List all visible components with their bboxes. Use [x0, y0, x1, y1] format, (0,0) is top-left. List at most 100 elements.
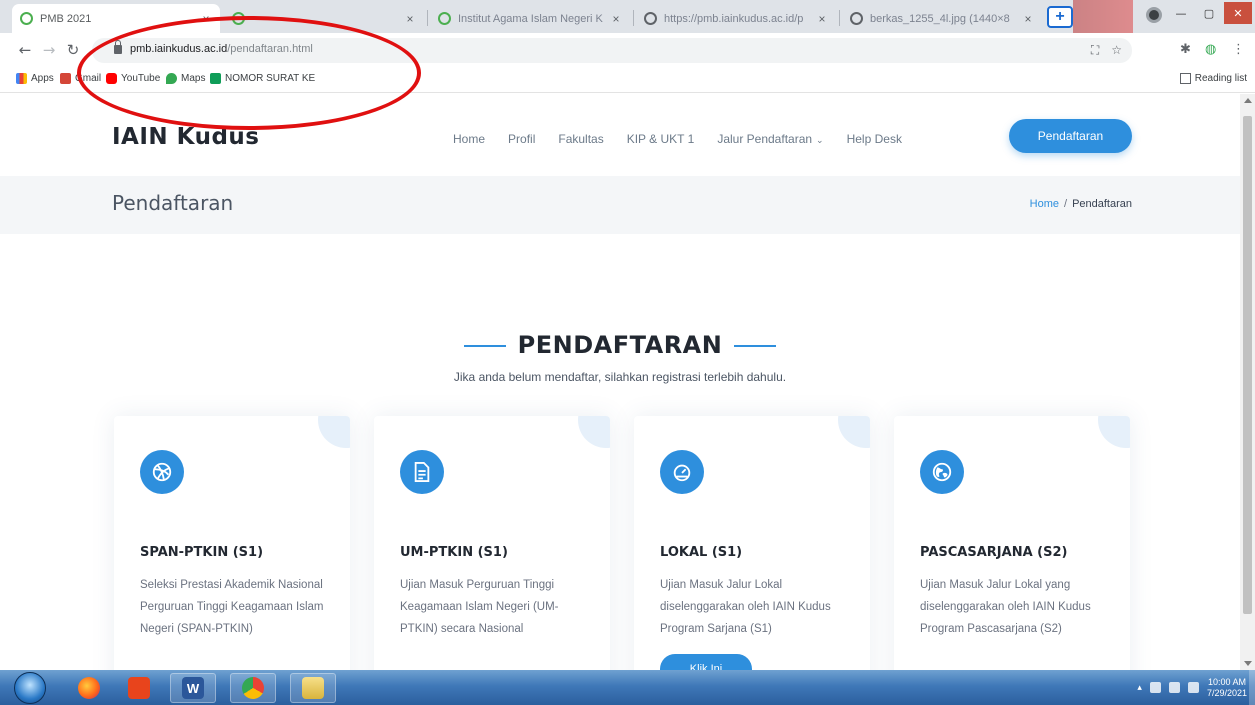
youtube-icon: [106, 73, 117, 84]
nav-fakultas[interactable]: Fakultas: [558, 132, 603, 146]
page-scrollbar[interactable]: [1240, 94, 1255, 670]
page-title: Pendaftaran: [112, 191, 234, 215]
bookmark-star-icon[interactable]: ☆: [1111, 43, 1122, 58]
nav-profil[interactable]: Profil: [508, 132, 535, 146]
taskbar-explorer[interactable]: [290, 673, 336, 703]
card-description: Ujian Masuk Jalur Lokal diselenggarakan …: [660, 579, 831, 635]
tab-berkas-image[interactable]: berkas_1255_4l.jpg (1440×8 ×: [842, 4, 1042, 33]
card-span-ptkin[interactable]: SPAN-PTKIN (S1) Seleksi Prestasi Akademi…: [114, 416, 350, 670]
tab-title: Institut Agama Islam Negeri K: [458, 12, 603, 25]
translate-icon[interactable]: ⛶: [1091, 43, 1099, 58]
globe-icon: [644, 12, 657, 25]
bookmark-label: YouTube: [121, 73, 161, 84]
more-menu-icon[interactable]: ⋮: [1232, 42, 1245, 57]
windows-taskbar: W ▴ 10:00 AM 7/29/2021: [0, 670, 1255, 705]
reload-icon[interactable]: ↻: [64, 41, 82, 59]
card-lokal[interactable]: LOKAL (S1) Ujian Masuk Jalur Lokal disel…: [634, 416, 870, 670]
bookmark-nomor-surat[interactable]: NOMOR SURAT KE: [210, 73, 315, 84]
clock-date: 7/29/2021: [1206, 687, 1247, 698]
close-icon[interactable]: ×: [816, 12, 828, 26]
speedometer-icon: [660, 450, 704, 494]
url-text[interactable]: pmb.iainkudus.ac.id/pendaftaran.html: [130, 43, 313, 55]
pendaftaran-button[interactable]: Pendaftaran: [1009, 119, 1132, 153]
tab-2[interactable]: ×: [224, 4, 424, 33]
nav-label: Jalur Pendaftaran: [717, 132, 813, 146]
card-title: SPAN-PTKIN (S1): [140, 545, 264, 560]
bookmark-gmail[interactable]: Gmail: [60, 73, 101, 84]
reading-list[interactable]: Reading list: [1179, 73, 1247, 84]
tab-institut-agama-islam[interactable]: Institut Agama Islam Negeri K ×: [430, 4, 630, 33]
nav-kip-ukt[interactable]: KIP & UKT 1: [627, 132, 695, 146]
extensions-puzzle-icon[interactable]: ✱: [1180, 42, 1191, 57]
card-corner-decoration: [1098, 416, 1130, 448]
klik-ini-button[interactable]: Klik Ini: [660, 654, 752, 670]
windows-start-icon[interactable]: [14, 672, 46, 704]
card-corner-decoration: [318, 416, 350, 448]
title-line-left: [463, 345, 506, 347]
window-close-icon[interactable]: ✕: [1224, 2, 1252, 24]
document-icon: [400, 450, 444, 494]
card-um-ptkin[interactable]: UM-PTKIN (S1) Ujian Masuk Perguruan Ting…: [374, 416, 610, 670]
taskbar-firefox[interactable]: [66, 673, 112, 703]
word-icon: W: [182, 677, 204, 699]
minimize-icon[interactable]: —: [1168, 2, 1194, 24]
url-host: pmb.iainkudus.ac.id: [130, 43, 228, 55]
scrollbar-thumb[interactable]: [1243, 116, 1252, 614]
clock-time: 10:00 AM: [1207, 676, 1246, 687]
leaf-icon: [20, 12, 33, 25]
omnibox-actions: ⛶ ☆: [1091, 43, 1122, 58]
breadcrumb-separator: /: [1064, 198, 1068, 210]
reading-list-icon: [1179, 73, 1191, 84]
taskbar-office[interactable]: [116, 673, 162, 703]
scroll-up-icon[interactable]: [1244, 98, 1252, 103]
folder-icon: [302, 677, 324, 699]
clock[interactable]: 10:00 AM 7/29/2021: [1207, 677, 1247, 699]
address-bar[interactable]: pmb.iainkudus.ac.id/pendaftaran.html ⛶ ☆: [92, 38, 1132, 63]
map-pin-icon: [166, 73, 177, 84]
maximize-icon[interactable]: ▢: [1196, 2, 1222, 24]
nav-help-desk[interactable]: Help Desk: [847, 132, 902, 146]
url-path: /pendaftaran.html: [227, 43, 313, 55]
breadcrumb: Home / Pendaftaran: [1030, 198, 1132, 210]
close-icon[interactable]: ×: [200, 12, 212, 26]
close-icon[interactable]: ×: [1022, 12, 1034, 26]
page-viewport: IAIN Kudus Home Profil Fakultas KIP & UK…: [0, 94, 1240, 670]
taskbar-chrome[interactable]: [230, 673, 276, 703]
browser-toolbar: ← → ↻ pmb.iainkudus.ac.id/pendaftaran.ht…: [0, 33, 1255, 67]
tab-pmb-2021[interactable]: PMB 2021 ×: [12, 4, 220, 33]
tray-expand-icon[interactable]: ▴: [1137, 682, 1142, 693]
section-title-text: PENDAFTARAN: [517, 331, 723, 359]
bookmark-maps[interactable]: Maps: [166, 73, 205, 84]
close-icon[interactable]: ×: [404, 12, 416, 26]
card-pascasarjana[interactable]: PASCASARJANA (S2) Ujian Masuk Jalur Loka…: [894, 416, 1130, 670]
site-logo[interactable]: IAIN Kudus: [112, 124, 260, 150]
extension-leaf-icon[interactable]: ◍: [1205, 42, 1216, 57]
back-arrow-icon[interactable]: ←: [16, 41, 34, 59]
tray-volume-icon[interactable]: [1187, 682, 1199, 693]
section-title: PENDAFTARAN: [0, 331, 1240, 359]
bookmark-label: Maps: [181, 73, 206, 84]
lock-icon: [114, 40, 122, 54]
nav-home[interactable]: Home: [453, 132, 485, 146]
chevron-down-icon: ⌄: [816, 135, 824, 145]
taskbar-word[interactable]: W: [170, 673, 216, 703]
tray-network-icon[interactable]: [1149, 682, 1161, 693]
bookmark-youtube[interactable]: YouTube: [106, 73, 160, 84]
profile-icon[interactable]: [1146, 7, 1162, 23]
show-desktop-button[interactable]: [1249, 670, 1255, 705]
tray-flag-icon[interactable]: [1168, 682, 1180, 693]
bookmark-apps[interactable]: Apps: [16, 73, 54, 84]
tab-pmb-url[interactable]: https://pmb.iainkudus.ac.id/p ×: [636, 4, 836, 33]
tab-strip-highlight: [1073, 0, 1133, 33]
new-tab-button[interactable]: +: [1047, 6, 1073, 28]
card-description: Ujian Masuk Perguruan Tinggi Keagamaan I…: [400, 579, 559, 635]
breadcrumb-home-link[interactable]: Home: [1030, 198, 1059, 210]
card-description: Seleksi Prestasi Akademik Nasional Pergu…: [140, 579, 324, 635]
card-title: PASCASARJANA (S2): [920, 545, 1068, 560]
forward-arrow-icon[interactable]: →: [40, 41, 58, 59]
card-corner-decoration: [838, 416, 870, 448]
globe-icon: [850, 12, 863, 25]
close-icon[interactable]: ×: [610, 12, 622, 26]
scroll-down-icon[interactable]: [1244, 661, 1252, 666]
nav-jalur-pendaftaran[interactable]: Jalur Pendaftaran ⌄: [717, 132, 823, 146]
